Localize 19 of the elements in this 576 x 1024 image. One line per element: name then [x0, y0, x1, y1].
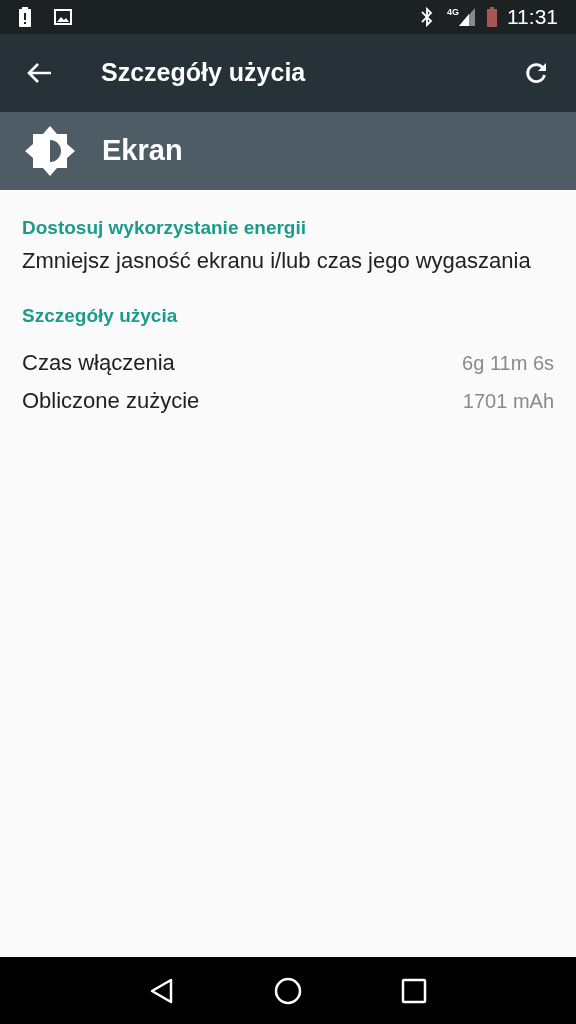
app-name: Ekran	[102, 133, 183, 169]
image-icon	[54, 9, 72, 25]
toolbar-title: Szczegóły użycia	[101, 57, 306, 89]
detail-label: Obliczone zużycie	[22, 387, 200, 415]
signal-icon	[459, 8, 475, 26]
detail-value: 1701 mAh	[462, 388, 554, 414]
detail-value: 6g 11m 6s	[462, 350, 554, 376]
battery-icon	[487, 7, 497, 27]
section-title: Szczegóły użycia	[22, 303, 179, 328]
power-tip-text[interactable]: Zmniejsz jasność ekranu i/lub czas jego wygaszania	[22, 245, 554, 276]
home-nav-button[interactable]	[274, 976, 302, 1005]
section-title: Dostosuj wykorzystanie energii	[22, 216, 308, 240]
battery-alert-icon	[18, 7, 32, 27]
brightness-icon	[24, 125, 76, 177]
recents-nav-button[interactable]	[400, 977, 427, 1004]
bluetooth-icon	[421, 7, 433, 27]
clock: 11:31	[507, 4, 558, 31]
detail-label: Czas włączenia	[22, 349, 175, 377]
network-type-label: 4G	[447, 6, 459, 19]
